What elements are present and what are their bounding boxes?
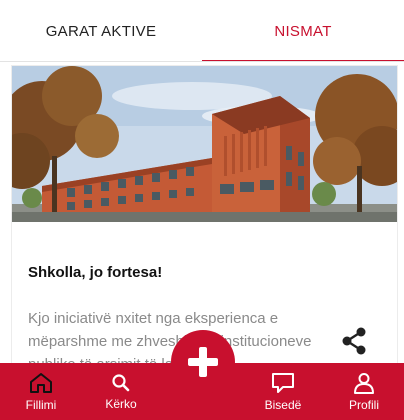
nav-label-fillimi: Fillimi <box>25 397 57 412</box>
tab-nismat[interactable]: NISMAT <box>202 0 404 62</box>
chat-icon <box>272 372 294 393</box>
nav-item-profili[interactable]: Profili <box>338 363 390 420</box>
home-icon <box>30 372 52 393</box>
nav-label-bisede: Bisedë <box>264 397 302 412</box>
tab-garat-aktive[interactable]: GARAT AKTIVE <box>0 0 202 62</box>
search-icon <box>112 373 130 391</box>
plus-icon <box>188 347 218 377</box>
school-building-image <box>12 66 397 222</box>
share-icon[interactable] <box>339 326 369 356</box>
nav-item-kerko[interactable]: Kërko <box>97 363 145 420</box>
nav-label-profili: Profili <box>348 397 379 412</box>
add-button[interactable] <box>171 330 235 394</box>
nav-label-kerko: Kërko <box>105 396 137 411</box>
nav-item-fillimi[interactable]: Fillimi <box>16 363 66 420</box>
card-title[interactable]: Shkolla, jo fortesa! <box>28 264 162 281</box>
tab-divider <box>0 61 404 62</box>
user-icon <box>354 372 374 394</box>
tab-bar: GARAT AKTIVE NISMAT <box>0 0 404 62</box>
nav-item-bisede[interactable]: Bisedë <box>258 363 308 420</box>
